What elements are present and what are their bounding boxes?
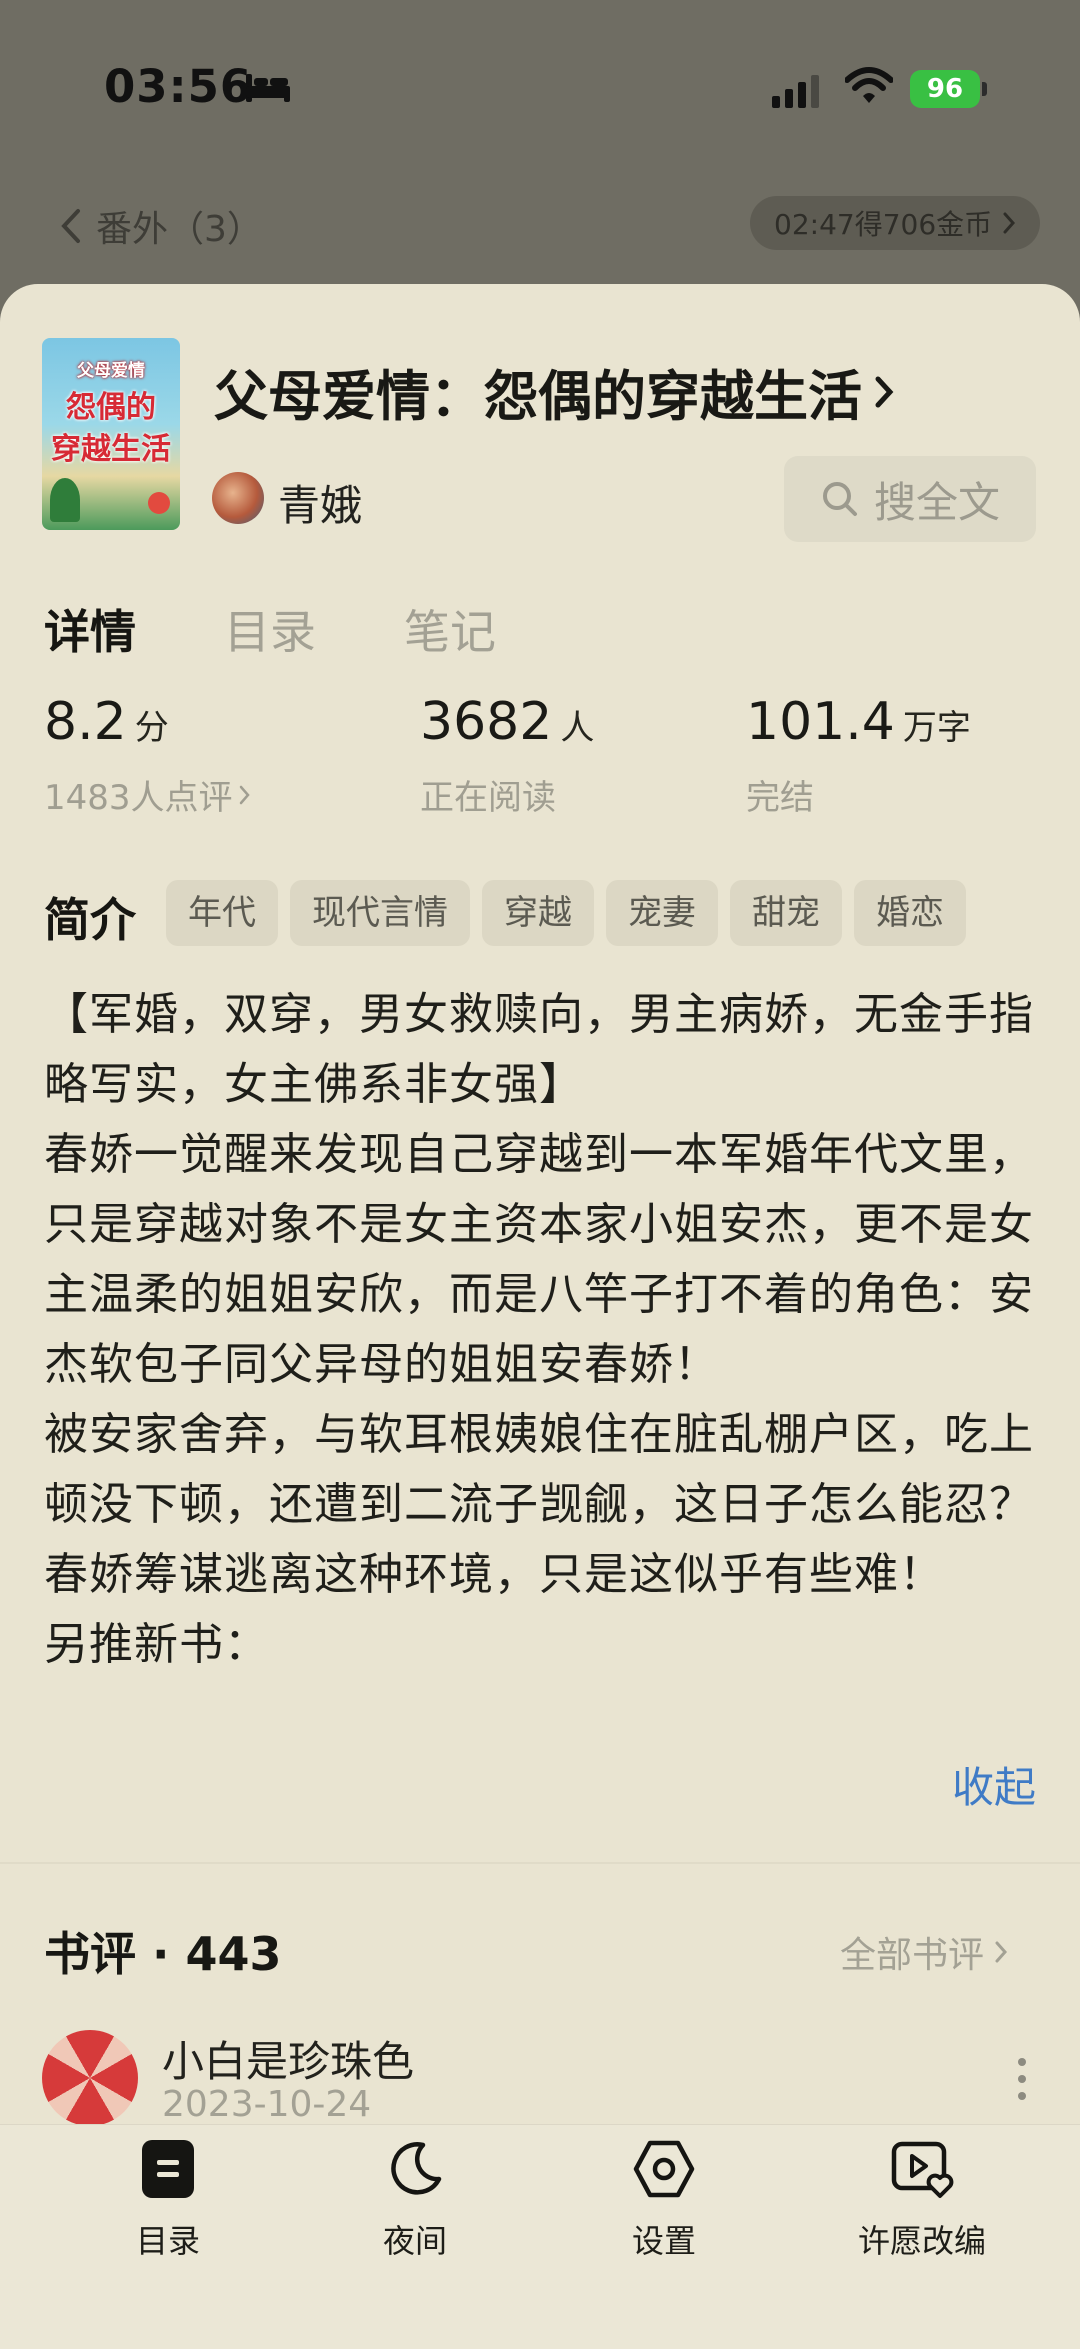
rating-count: 1483人点评: [44, 778, 233, 818]
readers-value: 3682: [420, 692, 553, 752]
toolbar-settings-label: 设置: [631, 2222, 696, 2260]
chevron-right-icon: [239, 785, 250, 804]
all-reviews-link[interactable]: 全部书评: [840, 1926, 1008, 1978]
moon-icon: [391, 2142, 442, 2195]
author-avatar[interactable]: [212, 472, 264, 524]
chevron-left-icon: [61, 209, 80, 243]
toc-icon: [142, 2140, 194, 2198]
toolbar-toc-button[interactable]: 目录: [78, 2136, 258, 2262]
author-name[interactable]: 青娥: [278, 472, 362, 533]
all-reviews-label: 全部书评: [840, 1935, 985, 1976]
readers-label: 正在阅读: [420, 778, 556, 818]
signal-icon: [772, 75, 819, 108]
reviewer-name[interactable]: 小白是珍珠色: [162, 2028, 414, 2089]
reviews-heading: 书评 · 443: [44, 1927, 282, 1981]
genre-tag[interactable]: 甜宠: [730, 880, 842, 946]
cover-tree-art: [50, 478, 80, 522]
settings-icon: [633, 2140, 695, 2198]
intro-heading: 简介: [44, 893, 136, 947]
section-divider: [0, 1862, 1080, 1864]
synopsis-paragraph: 【军婚，双穿，男女救赎向，男主病娇，无金手指略写实，女主佛系非女强】: [44, 989, 1034, 1110]
search-label: 搜全文: [873, 477, 1000, 527]
wish-adapt-icon: [891, 2141, 954, 2198]
more-options-icon[interactable]: [1016, 2056, 1028, 2102]
toolbar-wish-button[interactable]: 许愿改编: [822, 2136, 1022, 2262]
genre-tag[interactable]: 穿越: [482, 880, 594, 946]
genre-tags: 年代 现代言情 穿越 宠妻 甜宠 婚恋: [166, 880, 966, 946]
rating-value: 8.2: [44, 692, 127, 752]
review-date: 2023-10-24: [162, 2084, 372, 2125]
synopsis-paragraph: 另推新书：: [44, 1619, 269, 1670]
synopsis-paragraph: 春娇一觉醒来发现自己穿越到一本军婚年代文里，只是穿越对象不是女主资本家小姐安杰，…: [44, 1129, 1034, 1390]
cover-flower-art: [148, 492, 170, 514]
rating-unit: 分: [134, 708, 169, 748]
book-cover[interactable]: 父母爱情 怨偶的 穿越生活: [42, 338, 180, 530]
toolbar-toc-label: 目录: [135, 2222, 200, 2260]
chapter-title: 番外（3）: [96, 209, 263, 250]
stat-rating[interactable]: 8.2 分 1483人点评: [44, 692, 251, 819]
genre-tag[interactable]: 年代: [166, 880, 278, 946]
toolbar-wish-label: 许愿改编: [857, 2222, 986, 2260]
readers-unit: 人: [560, 708, 595, 748]
status-time: 03:56: [104, 60, 253, 113]
synopsis: 【军婚，双穿，男女救赎向，男主病娇，无金手指略写实，女主佛系非女强】 春娇一觉醒…: [44, 980, 1040, 1680]
coin-reward-pill[interactable]: 02:47得706金币: [750, 196, 1041, 250]
battery-cap: [982, 82, 987, 96]
tab-toc[interactable]: 目录: [224, 596, 316, 662]
sleep-focus-icon: [246, 74, 290, 102]
toolbar-night-button[interactable]: 夜间: [325, 2136, 505, 2262]
wordcount-unit: 万字: [902, 708, 971, 748]
battery-level: 96: [910, 70, 980, 108]
book-title: 父母爱情：怨偶的穿越生活: [214, 365, 862, 428]
cover-text-top: 父母爱情: [77, 361, 145, 381]
genre-tag[interactable]: 宠妻: [606, 880, 718, 946]
chevron-right-icon: [995, 1941, 1008, 1963]
back-to-chapter[interactable]: 番外（3）: [60, 200, 263, 252]
chevron-right-icon: [875, 376, 894, 407]
stat-readers: 3682 人 正在阅读: [420, 692, 594, 819]
wifi-icon: [845, 67, 893, 103]
cover-text-middle: 怨偶的: [66, 390, 156, 425]
synopsis-paragraph: 被安家舍弃，与软耳根姨娘住在脏乱棚户区，吃上顿没下顿，还遭到二流子觊觎，这日子怎…: [44, 1409, 1034, 1530]
stat-wordcount: 101.4 万字 完结: [746, 692, 971, 819]
reviewer-avatar[interactable]: [42, 2030, 138, 2126]
chevron-right-icon: [1003, 212, 1016, 234]
toolbar-night-label: 夜间: [382, 2222, 447, 2260]
search-full-text-button[interactable]: 搜全文: [784, 456, 1036, 542]
synopsis-paragraph: 春娇筹谋逃离这种环境，只是这似乎有些难！: [44, 1549, 944, 1600]
coin-reward-text: 02:47得706金币: [774, 208, 993, 241]
collapse-synopsis-link[interactable]: 收起: [952, 1754, 1036, 1815]
tab-notes[interactable]: 笔记: [404, 596, 496, 662]
toolbar-settings-button[interactable]: 设置: [574, 2136, 754, 2262]
wordcount-value: 101.4: [746, 692, 895, 752]
genre-tag[interactable]: 婚恋: [854, 880, 966, 946]
genre-tag[interactable]: 现代言情: [290, 880, 470, 946]
tab-details[interactable]: 详情: [44, 596, 136, 662]
search-icon: [822, 482, 857, 516]
book-title-link[interactable]: 父母爱情：怨偶的穿越生活: [214, 352, 894, 431]
completion-status: 完结: [746, 778, 814, 818]
detail-tabs: 详情 目录 笔记: [44, 596, 496, 662]
cover-text-bottom: 穿越生活: [51, 432, 171, 467]
